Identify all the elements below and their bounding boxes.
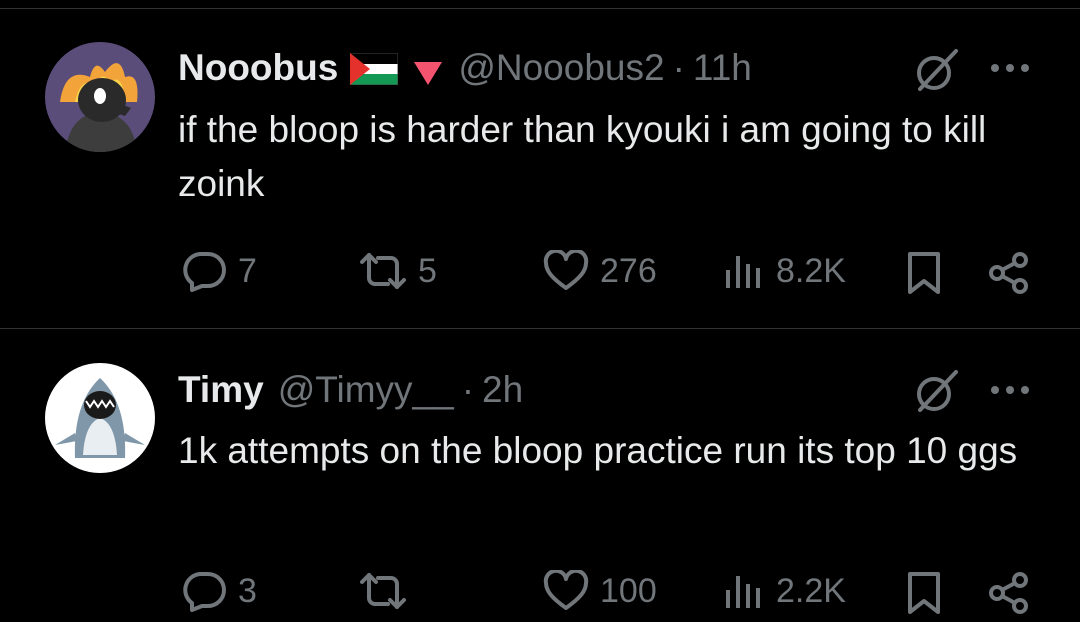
share-icon xyxy=(989,252,1028,294)
reply-icon xyxy=(183,572,226,612)
like-button[interactable]: 276 xyxy=(542,250,657,292)
author-name[interactable]: Timy xyxy=(178,369,264,411)
repost-icon xyxy=(360,573,406,609)
reply-count: 7 xyxy=(238,251,257,290)
avatar[interactable] xyxy=(45,363,155,473)
like-count: 100 xyxy=(600,571,657,610)
post-text: if the bloop is harder than kyouki i am … xyxy=(178,109,987,204)
reply-count: 3 xyxy=(238,571,257,610)
post-time[interactable]: 11h xyxy=(693,47,752,89)
share-button[interactable] xyxy=(986,250,1032,296)
like-button[interactable]: 100 xyxy=(542,570,657,612)
views-icon xyxy=(726,256,760,288)
views-button[interactable]: 8.2K xyxy=(722,250,846,292)
heart-icon xyxy=(543,250,589,290)
post-header: Nooobus @Nooobus2 · 11h xyxy=(178,44,752,92)
views-count: 2.2K xyxy=(776,571,846,610)
palestine-flag-icon xyxy=(349,52,399,86)
action-bar: 3 100 2.2K xyxy=(0,562,1080,622)
reply-button[interactable]: 3 xyxy=(180,570,257,612)
bookmark-icon xyxy=(908,572,940,614)
author-handle[interactable]: @Nooobus2 xyxy=(458,47,664,89)
author-name[interactable]: Nooobus xyxy=(178,47,338,89)
share-button[interactable] xyxy=(986,570,1032,616)
repost-icon xyxy=(360,253,406,289)
author-handle[interactable]: @Timyy__ xyxy=(278,369,454,411)
repost-button[interactable]: 5 xyxy=(358,250,437,292)
views-count: 8.2K xyxy=(776,251,846,290)
reply-button[interactable]: 7 xyxy=(180,250,257,292)
separator-dot: · xyxy=(672,47,685,88)
more-options-icon[interactable] xyxy=(988,380,1032,400)
reply-icon xyxy=(183,252,226,292)
share-icon xyxy=(989,572,1028,614)
bookmark-button[interactable] xyxy=(904,570,944,616)
action-bar: 7 5 276 8.2K xyxy=(0,240,1080,300)
grok-icon[interactable] xyxy=(912,45,962,95)
grok-icon[interactable] xyxy=(912,366,962,416)
red-triangle-icon xyxy=(412,54,444,85)
top-divider xyxy=(0,8,1080,9)
post-time[interactable]: 2h xyxy=(482,369,523,411)
bookmark-icon xyxy=(908,252,940,294)
repost-count: 5 xyxy=(418,251,437,290)
post-text: 1k attempts on the bloop practice run it… xyxy=(178,430,1018,471)
heart-icon xyxy=(543,570,589,610)
separator-dot: · xyxy=(461,369,475,410)
more-options-icon[interactable] xyxy=(988,58,1032,78)
avatar[interactable] xyxy=(45,42,155,152)
like-count: 276 xyxy=(600,251,657,290)
views-button[interactable]: 2.2K xyxy=(722,570,846,612)
repost-button[interactable] xyxy=(358,570,418,612)
bookmark-button[interactable] xyxy=(904,250,944,296)
post-divider xyxy=(0,328,1080,329)
views-icon xyxy=(726,576,760,608)
post-header: Timy @Timyy__ · 2h xyxy=(178,366,523,414)
